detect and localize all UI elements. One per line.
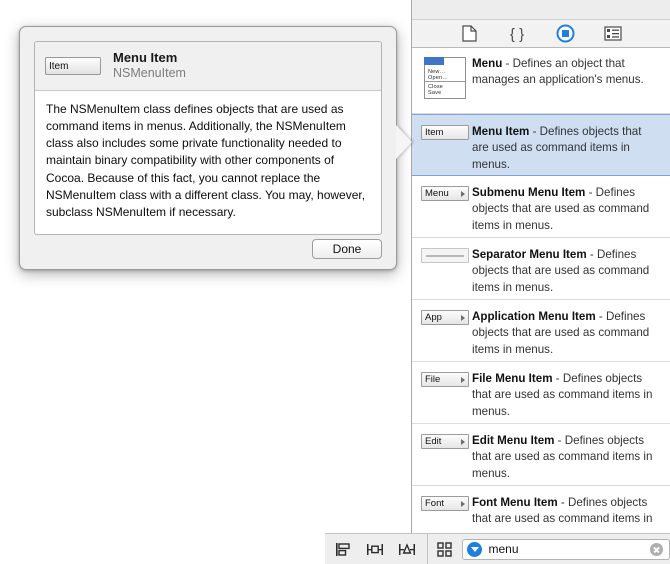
media-icon — [604, 26, 622, 41]
toolbar-divider — [427, 533, 428, 564]
list-item[interactable]: App Application Menu Item - Defines obje… — [412, 300, 670, 362]
row-icon: App — [418, 308, 472, 325]
icon-label: Font — [425, 498, 445, 509]
chevron-right-icon — [461, 376, 465, 383]
chevron-right-icon — [461, 438, 465, 445]
popover-subtitle: NSMenuItem — [113, 66, 186, 81]
list-item[interactable]: Separator Menu Item - Defines objects th… — [412, 238, 670, 300]
library-tab-bar: { } — [412, 20, 670, 48]
alignment-tools — [325, 539, 417, 559]
resolve-auto-layout-icon — [399, 542, 415, 555]
row-icon: New… Open… Close Save — [418, 55, 472, 99]
list-item[interactable]: Font Font Menu Item - Defines objects th… — [412, 486, 670, 532]
menu-dropdown-icon: New… Open… Close Save — [424, 57, 466, 99]
row-text: Font Menu Item - Defines objects that ar… — [472, 494, 660, 528]
row-title: Menu — [472, 57, 503, 70]
icon-label: Edit — [425, 436, 442, 447]
chevron-right-icon — [461, 314, 465, 321]
icon-label: File — [425, 374, 441, 385]
row-title: Application Menu Item — [472, 310, 596, 323]
popover-body-text: The NSMenuItem class defines objects tha… — [46, 102, 366, 219]
popover-thumbnail-label: Item — [49, 60, 69, 72]
list-item[interactable]: Edit Edit Menu Item - Defines objects th… — [412, 424, 670, 486]
separator-item-icon — [421, 248, 469, 263]
object-description-popover: Item Menu Item NSMenuItem The NSMenuItem… — [19, 26, 397, 270]
font-menu-item-icon: Font — [421, 496, 469, 511]
popover-title: Menu Item — [113, 50, 178, 66]
popover-footer: Done — [34, 239, 382, 261]
align-icon — [336, 542, 350, 556]
popover-object-thumbnail: Item — [45, 57, 101, 75]
pin-icon — [367, 543, 383, 555]
search-field[interactable]: menu — [462, 538, 670, 560]
row-title: Menu Item — [472, 125, 530, 138]
list-item-selected[interactable]: Item Menu Item - Defines objects that ar… — [412, 114, 670, 176]
search-input[interactable]: menu — [488, 542, 650, 556]
file-icon — [461, 25, 477, 42]
list-item[interactable]: New… Open… Close Save Menu - Defines an … — [412, 47, 670, 114]
align-button[interactable] — [333, 539, 353, 559]
row-text: Separator Menu Item - Defines objects th… — [472, 246, 660, 296]
submenu-item-icon: Menu — [421, 186, 469, 201]
chevron-right-icon — [461, 500, 465, 507]
row-text: Menu Item - Defines objects that are use… — [472, 123, 660, 173]
popover-arrow — [396, 125, 412, 159]
row-icon: File — [418, 370, 472, 387]
resolve-auto-layout-button[interactable] — [397, 539, 417, 559]
popover-title-block: Menu Item NSMenuItem — [113, 50, 186, 82]
icon-label: App — [425, 312, 442, 323]
row-text: Menu - Defines an object that manages an… — [472, 55, 660, 89]
filter-token-icon[interactable] — [467, 541, 483, 557]
object-circle-icon — [556, 24, 574, 43]
library-panel: { } New… Open… Close Save Menu - Defines… — [411, 0, 670, 564]
object-library-tab[interactable] — [554, 24, 576, 44]
media-library-tab[interactable] — [602, 24, 624, 44]
icon-label: Menu — [425, 188, 449, 199]
object-library-list[interactable]: New… Open… Close Save Menu - Defines an … — [412, 47, 670, 532]
panel-top-strip — [412, 0, 670, 20]
svg-text:{ }: { } — [510, 26, 524, 43]
menu-entry-save: Save — [428, 90, 442, 96]
menu-item-icon: Item — [421, 125, 469, 140]
row-title: File Menu Item — [472, 372, 553, 385]
done-button[interactable]: Done — [312, 239, 382, 259]
icon-label: Item — [425, 127, 444, 138]
row-text: Edit Menu Item - Defines objects that ar… — [472, 432, 660, 482]
list-item[interactable]: File File Menu Item - Defines objects th… — [412, 362, 670, 424]
edit-menu-item-icon: Edit — [421, 434, 469, 449]
braces-icon: { } — [510, 26, 524, 43]
popover-content: Item Menu Item NSMenuItem The NSMenuItem… — [34, 41, 382, 235]
file-menu-item-icon: File — [421, 372, 469, 387]
code-snippet-library-tab[interactable]: { } — [506, 24, 528, 44]
row-title: Edit Menu Item — [472, 434, 555, 447]
row-title: Font Menu Item — [472, 496, 558, 509]
row-title: Separator Menu Item — [472, 248, 587, 261]
row-icon: Menu — [418, 184, 472, 201]
app-menu-item-icon: App — [421, 310, 469, 325]
grid-view-button[interactable] — [434, 539, 455, 559]
grid-view-icon — [436, 541, 452, 557]
row-text: File Menu Item - Defines objects that ar… — [472, 370, 660, 420]
bottom-toolbar: menu — [325, 533, 670, 564]
screen-root: Item Menu Item NSMenuItem The NSMenuItem… — [0, 0, 670, 564]
row-title: Submenu Menu Item — [472, 186, 586, 199]
row-icon — [418, 246, 472, 263]
row-text: Application Menu Item - Defines objects … — [472, 308, 660, 358]
row-icon: Edit — [418, 432, 472, 449]
row-text: Submenu Menu Item - Defines objects that… — [472, 184, 660, 234]
pin-button[interactable] — [365, 539, 385, 559]
row-icon: Font — [418, 494, 472, 511]
popover-header: Item Menu Item NSMenuItem — [35, 42, 381, 91]
file-template-library-tab[interactable] — [458, 24, 480, 44]
row-icon: Item — [418, 123, 472, 140]
clear-icon[interactable] — [650, 542, 663, 556]
list-item[interactable]: Menu Submenu Menu Item - Defines objects… — [412, 176, 670, 238]
chevron-right-icon — [461, 190, 465, 197]
